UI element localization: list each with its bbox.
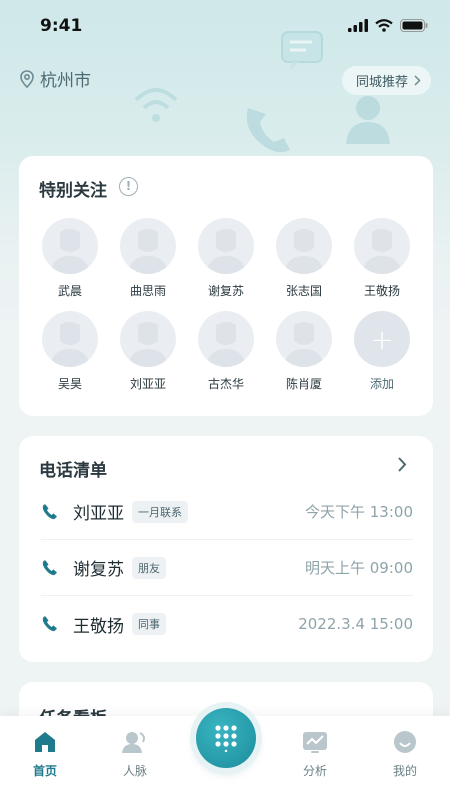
contacts-icon bbox=[122, 732, 145, 753]
favorite-contact[interactable]: 张志国 bbox=[269, 218, 339, 299]
avatar bbox=[276, 311, 332, 367]
avatar bbox=[42, 311, 98, 367]
favorite-contact[interactable]: 刘亚亚 bbox=[113, 311, 183, 392]
analysis-icon bbox=[303, 732, 327, 753]
contact-name: 曲思雨 bbox=[129, 284, 166, 298]
avatar-placeholder-icon bbox=[128, 229, 168, 274]
favorite-contact[interactable]: 曲思雨 bbox=[113, 218, 183, 299]
status-icons bbox=[348, 19, 428, 32]
city-recommend-label: 同城推荐 bbox=[355, 75, 408, 90]
tab-profile-label: 我的 bbox=[392, 764, 417, 778]
avatar bbox=[42, 218, 98, 274]
favorites-card: 特别关注 ! 武晨 曲思雨 谢复苏 张志国 王敬扬 吴昊 刘亚亚 古杰华 陈肖厦… bbox=[19, 156, 433, 416]
chevron-right-icon bbox=[414, 75, 421, 86]
location-selector[interactable]: 杭州市 bbox=[20, 66, 91, 91]
avatar bbox=[276, 218, 332, 274]
avatar-placeholder-icon bbox=[50, 322, 90, 367]
avatar-placeholder-icon bbox=[128, 322, 168, 367]
avatar-placeholder-icon bbox=[362, 229, 402, 274]
tab-analysis-label: 分析 bbox=[302, 764, 327, 778]
avatar bbox=[354, 218, 410, 274]
dialpad-button[interactable] bbox=[196, 708, 256, 768]
call-contact-name: 谢复苏 bbox=[73, 560, 124, 580]
city-recommend-button[interactable]: 同城推荐 bbox=[341, 66, 431, 95]
call-tag-badge: 同事 bbox=[132, 613, 166, 635]
avatar-placeholder-icon bbox=[50, 229, 90, 274]
favorite-contact[interactable]: 谢复苏 bbox=[191, 218, 261, 299]
phone-decoration bbox=[246, 108, 290, 153]
contact-name: 张志国 bbox=[285, 284, 322, 298]
phone-icon bbox=[42, 616, 57, 632]
call-list-item[interactable]: 王敬扬 同事 2022.3.4 15:00 bbox=[41, 596, 413, 652]
contact-name: 陈肖厦 bbox=[285, 377, 322, 391]
tab-home[interactable]: 首页 bbox=[15, 730, 75, 779]
favorite-contact[interactable]: 王敬扬 bbox=[347, 218, 417, 299]
favorites-title: 特别关注 bbox=[39, 181, 107, 201]
phone-icon bbox=[42, 504, 57, 519]
favorite-contact[interactable]: 陈肖厦 bbox=[269, 311, 339, 392]
favorite-contact[interactable]: 武晨 bbox=[35, 218, 105, 299]
person-decoration bbox=[346, 96, 390, 144]
contact-name: 刘亚亚 bbox=[129, 377, 166, 391]
status-bar: 9:41 bbox=[0, 0, 450, 54]
wifi-icon bbox=[375, 19, 393, 32]
signal-icon bbox=[348, 19, 368, 32]
location-pin-icon bbox=[20, 69, 34, 88]
info-icon[interactable]: ! bbox=[119, 177, 138, 196]
contact-name: 吴昊 bbox=[57, 377, 82, 391]
phone-icon bbox=[42, 560, 57, 575]
tab-contacts-label: 人脉 bbox=[122, 764, 147, 778]
avatar-placeholder-icon bbox=[206, 322, 246, 367]
contact-name: 王敬扬 bbox=[363, 284, 400, 298]
contact-name: 谢复苏 bbox=[207, 284, 244, 298]
chevron-right-icon[interactable] bbox=[397, 456, 407, 473]
plus-icon: + bbox=[354, 311, 410, 367]
call-list-card: 电话清单 刘亚亚 一月联系 今天下午 13:00 谢复苏 朋友 明天上午 09:… bbox=[19, 436, 433, 662]
avatar bbox=[120, 218, 176, 274]
favorite-contact[interactable]: 古杰华 bbox=[191, 311, 261, 392]
call-time: 明天上午 09:00 bbox=[305, 559, 413, 577]
avatar bbox=[120, 311, 176, 367]
avatar bbox=[198, 311, 254, 367]
home-icon bbox=[35, 732, 55, 752]
call-list-title: 电话清单 bbox=[39, 461, 107, 481]
avatar-placeholder-icon bbox=[284, 229, 324, 274]
call-contact-name: 王敬扬 bbox=[73, 616, 124, 637]
status-time: 9:41 bbox=[40, 16, 83, 36]
call-list-item[interactable]: 刘亚亚 一月联系 今天下午 13:00 bbox=[41, 484, 413, 540]
battery-icon bbox=[400, 19, 428, 32]
call-time: 2022.3.4 15:00 bbox=[298, 615, 413, 633]
call-tag-badge: 朋友 bbox=[132, 556, 166, 579]
tab-home-label: 首页 bbox=[32, 764, 57, 778]
dialpad-icon bbox=[215, 725, 237, 752]
favorite-contact[interactable]: 吴昊 bbox=[35, 311, 105, 392]
wifi-decoration bbox=[134, 88, 178, 122]
call-tag-badge: 一月联系 bbox=[132, 500, 188, 523]
tab-profile[interactable]: 我的 bbox=[375, 730, 435, 779]
tab-contacts[interactable]: 人脉 bbox=[105, 730, 165, 779]
call-contact-name: 刘亚亚 bbox=[73, 504, 124, 524]
avatar bbox=[198, 218, 254, 274]
profile-icon bbox=[394, 731, 416, 753]
call-time: 今天下午 13:00 bbox=[305, 503, 413, 521]
contact-name: 武晨 bbox=[57, 284, 82, 298]
add-contact-label: 添加 bbox=[369, 377, 394, 391]
call-list-item[interactable]: 谢复苏 朋友 明天上午 09:00 bbox=[41, 540, 413, 596]
avatar-placeholder-icon bbox=[206, 229, 246, 274]
city-name: 杭州市 bbox=[40, 71, 91, 91]
tab-analysis[interactable]: 分析 bbox=[285, 730, 345, 779]
contact-name: 古杰华 bbox=[207, 377, 244, 391]
avatar-placeholder-icon bbox=[284, 322, 324, 367]
add-contact-button[interactable]: + 添加 bbox=[347, 311, 417, 392]
